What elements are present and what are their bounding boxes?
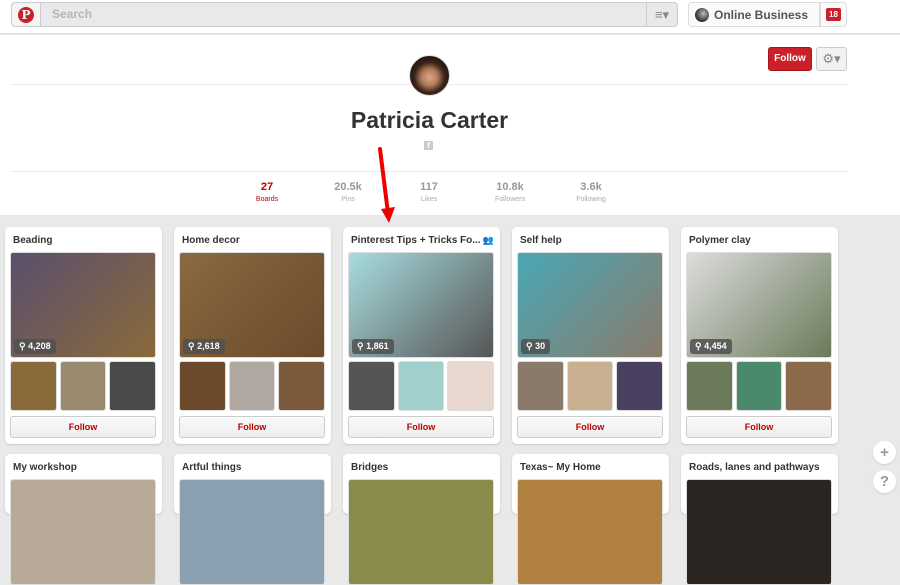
board-thumbnail[interactable] xyxy=(10,361,57,411)
stat-label: Followers xyxy=(495,196,525,203)
board-title[interactable]: Home decor xyxy=(182,235,240,246)
menu-dropdown-button[interactable]: ≡▾ xyxy=(646,2,678,27)
board-card[interactable]: Texas~ My Home xyxy=(512,454,669,585)
board-card[interactable]: Home decor ⚲ 2,618 Follow xyxy=(174,227,331,444)
pin-count-badge: ⚲ 30 xyxy=(521,339,551,354)
profile-name: Patricia Carter xyxy=(350,107,509,133)
board-thumbnail[interactable] xyxy=(179,361,226,411)
red-arrow-annotation xyxy=(378,147,395,223)
pinterest-logo-icon: P xyxy=(18,6,34,23)
settings-gear-button[interactable]: ⚙▾ xyxy=(816,47,847,71)
board-card[interactable]: Beading ⚲ 4,208 Follow xyxy=(5,227,162,444)
board-card[interactable]: Self help ⚲ 30 Follow xyxy=(512,227,669,444)
stat-value: 3.6k xyxy=(580,181,602,193)
stat-label: Pins xyxy=(341,196,355,203)
pin-count-badge: ⚲ 1,861 xyxy=(352,339,394,354)
stat-value: 20.5k xyxy=(334,181,362,193)
user-avatar xyxy=(695,7,709,22)
search-input[interactable]: Search xyxy=(40,2,646,27)
board-cover-image[interactable]: ⚲ 30 xyxy=(517,252,663,358)
board-thumbnail[interactable] xyxy=(785,361,833,411)
board-thumbnails xyxy=(179,361,326,411)
notifications-button[interactable]: 18 xyxy=(820,2,847,27)
board-thumbnail[interactable] xyxy=(447,361,495,411)
stat-value: 27 xyxy=(260,181,274,193)
board-card[interactable]: My workshop xyxy=(5,454,162,585)
pin-count-badge: ⚲ 2,618 xyxy=(183,339,225,354)
board-cover-image[interactable] xyxy=(517,479,663,585)
board-card[interactable]: Bridges xyxy=(343,454,500,585)
board-thumbnail[interactable] xyxy=(228,361,276,411)
follow-board-button[interactable]: Follow xyxy=(348,416,494,438)
stat-followers[interactable]: 10.8k Followers xyxy=(480,181,540,203)
board-thumbnail[interactable] xyxy=(735,361,783,411)
profile-avatar xyxy=(409,55,450,96)
notification-badge: 18 xyxy=(826,8,841,21)
board-title[interactable]: Texas~ My Home xyxy=(520,462,601,473)
add-pin-button[interactable]: + xyxy=(873,441,896,464)
board-thumbnails xyxy=(517,361,664,411)
board-thumbnail[interactable] xyxy=(397,361,445,411)
user-profile-button[interactable]: Online Business xyxy=(688,2,820,27)
stat-likes[interactable]: 117 Likes xyxy=(399,181,459,203)
stat-value: 10.8k xyxy=(496,181,524,193)
board-thumbnail[interactable] xyxy=(278,361,326,411)
stat-label: Following xyxy=(576,196,606,203)
board-title[interactable]: Self help xyxy=(520,235,562,246)
board-title[interactable]: Roads, lanes and pathways xyxy=(689,462,820,473)
stat-value: 117 xyxy=(420,181,438,193)
board-thumbnail[interactable] xyxy=(348,361,395,411)
pin-count-badge: ⚲ 4,454 xyxy=(690,339,732,354)
user-name: Online Business xyxy=(714,7,809,22)
stat-following[interactable]: 3.6k Following xyxy=(561,181,621,203)
board-thumbnails xyxy=(348,361,495,411)
board-cover-image[interactable]: ⚲ 4,208 xyxy=(10,252,156,358)
board-card[interactable]: Artful things xyxy=(174,454,331,585)
board-cover-image[interactable]: ⚲ 1,861 xyxy=(348,252,494,358)
board-cover-image[interactable] xyxy=(348,479,494,585)
board-title[interactable]: Pinterest Tips + Tricks Fo... xyxy=(351,235,481,246)
board-title[interactable]: Polymer clay xyxy=(689,235,751,246)
board-thumbnails xyxy=(10,361,157,411)
board-cover-image[interactable] xyxy=(10,479,156,585)
board-thumbnail[interactable] xyxy=(616,361,664,411)
pin-count-badge: ⚲ 4,208 xyxy=(14,339,56,354)
stat-label: Likes xyxy=(420,196,438,203)
board-thumbnail[interactable] xyxy=(686,361,733,411)
group-board-icon: 👥 xyxy=(482,235,494,245)
divider xyxy=(10,171,848,172)
follow-user-button[interactable]: Follow xyxy=(768,47,812,71)
pinterest-logo-button[interactable]: P xyxy=(11,2,40,27)
stat-boards[interactable]: 27 Boards xyxy=(237,181,297,203)
board-thumbnail[interactable] xyxy=(59,361,107,411)
board-thumbnail[interactable] xyxy=(517,361,564,411)
board-cover-image[interactable]: ⚲ 4,454 xyxy=(686,252,832,358)
board-cover-image[interactable] xyxy=(179,479,325,585)
profile-stats: 27 Boards 20.5k Pins 117 Likes 10.8k Followe… xyxy=(0,181,900,211)
board-title[interactable]: My workshop xyxy=(13,462,77,473)
follow-board-button[interactable]: Follow xyxy=(10,416,156,438)
board-title[interactable]: Beading xyxy=(13,235,52,246)
facebook-icon[interactable]: f xyxy=(424,141,433,150)
top-navigation-bar: P Search ≡▾ Online Business 18 xyxy=(0,0,900,34)
board-title[interactable]: Bridges xyxy=(351,462,388,473)
board-thumbnails xyxy=(686,361,833,411)
board-card[interactable]: Roads, lanes and pathways xyxy=(681,454,838,585)
board-card[interactable]: Pinterest Tips + Tricks Fo... 👥 ⚲ 1,861 Fol… xyxy=(343,227,500,444)
board-title[interactable]: Artful things xyxy=(182,462,241,473)
help-button[interactable]: ? xyxy=(873,470,896,493)
stat-label: Boards xyxy=(255,196,279,203)
board-cover-image[interactable]: ⚲ 2,618 xyxy=(179,252,325,358)
board-thumbnail[interactable] xyxy=(566,361,614,411)
follow-board-button[interactable]: Follow xyxy=(179,416,325,438)
board-card[interactable]: Polymer clay ⚲ 4,454 Follow xyxy=(681,227,838,444)
board-thumbnail[interactable] xyxy=(109,361,157,411)
follow-board-button[interactable]: Follow xyxy=(517,416,663,438)
follow-board-button[interactable]: Follow xyxy=(686,416,832,438)
stat-pins[interactable]: 20.5k Pins xyxy=(318,181,378,203)
board-cover-image[interactable] xyxy=(686,479,832,585)
